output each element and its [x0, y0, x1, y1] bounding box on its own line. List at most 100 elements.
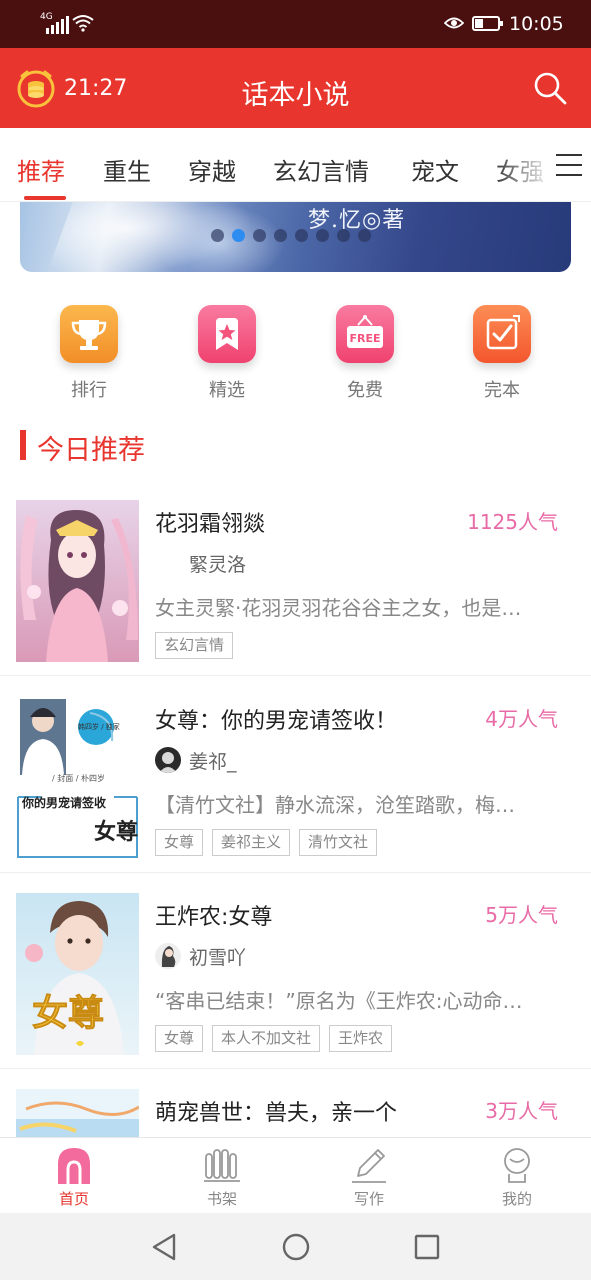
category-tabs: 推荐 重生 穿越 玄幻言情 宠文 女强 — [0, 128, 591, 202]
book-cover[interactable]: 娃谷 韩四岁 / 独家 / 封面 / 朴四岁 你的男宠请签收 女尊 — [16, 697, 139, 859]
book-title[interactable]: 女尊：你的男宠请签收！ — [155, 703, 397, 735]
section-title: 今日推荐 — [37, 435, 145, 466]
book-author[interactable]: 姜祁_ — [155, 745, 237, 775]
tab-rebirth[interactable]: 重生 — [103, 152, 151, 187]
home-circle-icon[interactable] — [281, 1232, 311, 1262]
system-navigation-bar — [0, 1213, 591, 1280]
back-icon[interactable] — [150, 1232, 178, 1262]
avatar — [155, 747, 181, 773]
nav-bookshelf[interactable]: 书架 — [162, 1144, 282, 1209]
book-description: 【清竹文社】静水流深，沧笙踏歌，梅… — [155, 793, 515, 817]
book-title[interactable]: 花羽霜翎燚 — [155, 506, 265, 538]
profile-icon — [457, 1144, 577, 1186]
active-tab-indicator — [24, 196, 66, 200]
free-sign-icon: FREE — [336, 305, 394, 363]
book-tag[interactable]: 姜祁主义 — [212, 829, 291, 856]
book-item[interactable]: 女尊 王炸农:女尊 5万人气 初雪吖 “客串已结束！”原名为《王炸农:心动命… … — [0, 873, 591, 1069]
book-popularity: 3万人气 — [485, 1099, 558, 1123]
free-button[interactable]: FREE 免费 — [305, 300, 425, 402]
svg-text:/ 封面 / 朴四岁: / 封面 / 朴四岁 — [52, 773, 105, 783]
free-label: 免费 — [347, 380, 383, 401]
nav-profile-label: 我的 — [501, 1190, 532, 1208]
wifi-icon — [72, 15, 94, 32]
bookshelf-icon — [162, 1144, 282, 1186]
book-tag[interactable]: 玄幻言情 — [155, 632, 234, 659]
ranking-button[interactable]: 排行 — [29, 300, 149, 402]
eye-comfort-icon — [444, 17, 464, 29]
svg-text:娃谷: 娃谷 — [78, 702, 92, 711]
book-tag[interactable]: 本人不加文社 — [212, 1025, 321, 1052]
app-title: 话本小说 — [241, 80, 350, 111]
author-name: 初雪吖 — [189, 946, 247, 969]
book-author[interactable]: 緊灵洛 — [155, 548, 246, 578]
carousel-dot — [211, 229, 224, 242]
featured-button[interactable]: 精选 — [167, 300, 287, 402]
banner-carousel[interactable]: 梦.忆◎著 — [20, 202, 571, 272]
nav-home-label: 首页 — [58, 1190, 89, 1208]
book-tag[interactable]: 女尊 — [155, 829, 204, 856]
book-tag[interactable]: 王炸农 — [329, 1025, 393, 1052]
book-description: 女主灵緊·花羽灵羽花谷谷主之女，也是… — [155, 596, 522, 620]
pencil-icon — [309, 1144, 429, 1186]
book-description: “客串已结束！”原名为《王炸农:心动命… — [155, 989, 523, 1013]
carousel-dot — [274, 229, 287, 242]
book-tag[interactable]: 清竹文社 — [299, 829, 378, 856]
signal-icon — [46, 14, 69, 34]
tab-pampering[interactable]: 宠文 — [411, 152, 459, 187]
book-popularity: 4万人气 — [485, 707, 558, 731]
nav-write[interactable]: 写作 — [309, 1144, 429, 1209]
bottom-navigation: 首页 书架 写作 我的 — [0, 1137, 591, 1213]
svg-text:女尊: 女尊 — [32, 992, 104, 1034]
book-author[interactable]: 初雪吖 — [155, 941, 246, 971]
nav-home[interactable]: 首页 — [14, 1144, 134, 1209]
book-item[interactable]: 花羽霜翎燚 1125人气 緊灵洛 女主灵緊·花羽灵羽花谷谷主之女，也是… 玄幻言… — [0, 480, 591, 676]
completed-label: 完本 — [484, 380, 520, 401]
carousel-dot — [358, 229, 371, 242]
tab-time-travel[interactable]: 穿越 — [188, 152, 236, 187]
recents-icon[interactable] — [413, 1232, 441, 1262]
check-icon — [473, 305, 531, 363]
book-cover[interactable]: 女尊 — [16, 893, 139, 1055]
app-header: 21:27 话本小说 — [0, 48, 591, 128]
carousel-dot — [253, 229, 266, 242]
author-name: 緊灵洛 — [189, 553, 247, 576]
ranking-label: 排行 — [71, 380, 107, 401]
avatar — [155, 943, 181, 969]
tab-fantasy-romance[interactable]: 玄幻言情 — [273, 152, 369, 187]
nav-bookshelf-label: 书架 — [206, 1190, 237, 1208]
book-tag[interactable]: 女尊 — [155, 1025, 204, 1052]
avatar — [155, 550, 181, 576]
quick-actions: 排行 精选 FREE 免费 完本 — [0, 300, 591, 410]
book-cover[interactable] — [16, 500, 139, 662]
completed-button[interactable]: 完本 — [442, 300, 562, 402]
carousel-dot — [337, 229, 350, 242]
svg-text:女尊: 女尊 — [94, 819, 138, 845]
star-icon — [198, 305, 256, 363]
book-tags: 玄幻言情 — [155, 632, 234, 659]
status-bar: 4G 10:05 — [0, 0, 591, 48]
featured-label: 精选 — [209, 380, 245, 401]
tab-recommend[interactable]: 推荐 — [17, 152, 65, 187]
carousel-dot — [316, 229, 329, 242]
category-menu-icon[interactable] — [556, 154, 582, 176]
book-title[interactable]: 萌宠兽世：兽夫，亲一个 — [155, 1095, 397, 1127]
book-popularity: 1125人气 — [467, 510, 558, 534]
battery-icon — [472, 16, 503, 31]
carousel-indicator — [211, 229, 371, 242]
nav-write-label: 写作 — [353, 1190, 384, 1208]
home-icon — [14, 1144, 134, 1186]
book-tags: 女尊 姜祁主义 清竹文社 — [155, 829, 378, 856]
section-header: 今日推荐 — [0, 420, 591, 472]
svg-text:FREE: FREE — [349, 332, 380, 345]
search-icon[interactable] — [532, 70, 568, 106]
book-item[interactable]: 娃谷 韩四岁 / 独家 / 封面 / 朴四岁 你的男宠请签收 女尊 女尊：你的男… — [0, 677, 591, 873]
book-popularity: 5万人气 — [485, 903, 558, 927]
book-tags: 女尊 本人不加文社 王炸农 — [155, 1025, 393, 1052]
carousel-dot-active — [232, 229, 245, 242]
svg-text:你的男宠请签收: 你的男宠请签收 — [21, 795, 106, 810]
trophy-icon — [60, 305, 118, 363]
clock: 10:05 — [509, 13, 564, 35]
nav-profile[interactable]: 我的 — [457, 1144, 577, 1209]
book-title[interactable]: 王炸农:女尊 — [155, 899, 272, 931]
author-name: 姜祁_ — [189, 750, 237, 773]
